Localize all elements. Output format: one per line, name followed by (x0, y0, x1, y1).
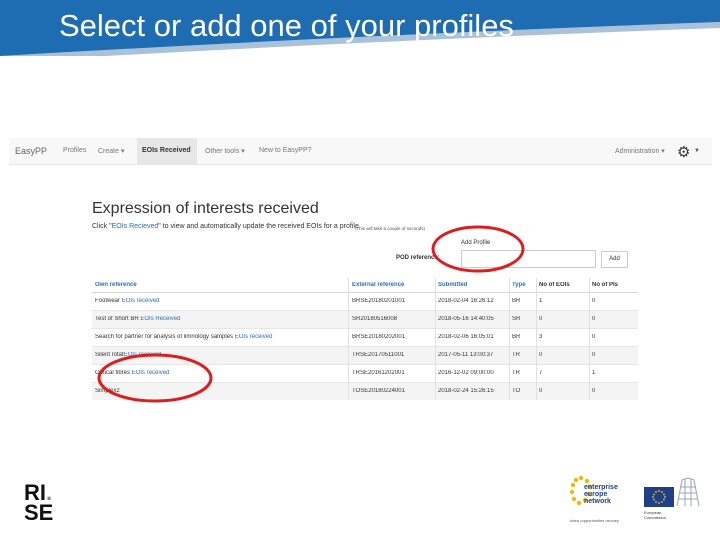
een-name: enterprise europe network (584, 484, 618, 505)
eu-flag-icon (644, 487, 674, 507)
een-tagline: •idea •opportunities •money (570, 518, 619, 523)
european-commission-logo: European Commission (644, 475, 700, 523)
highlight-eois-received-circle (97, 353, 213, 403)
berlaymont-building-icon (676, 477, 700, 507)
eu-stars-icon (652, 490, 666, 504)
rise-logo: RI. SE (24, 480, 54, 525)
eu-commission-text: European Commission (644, 510, 667, 520)
highlight-add-profile-circle (431, 225, 525, 273)
annotations (97, 225, 525, 403)
